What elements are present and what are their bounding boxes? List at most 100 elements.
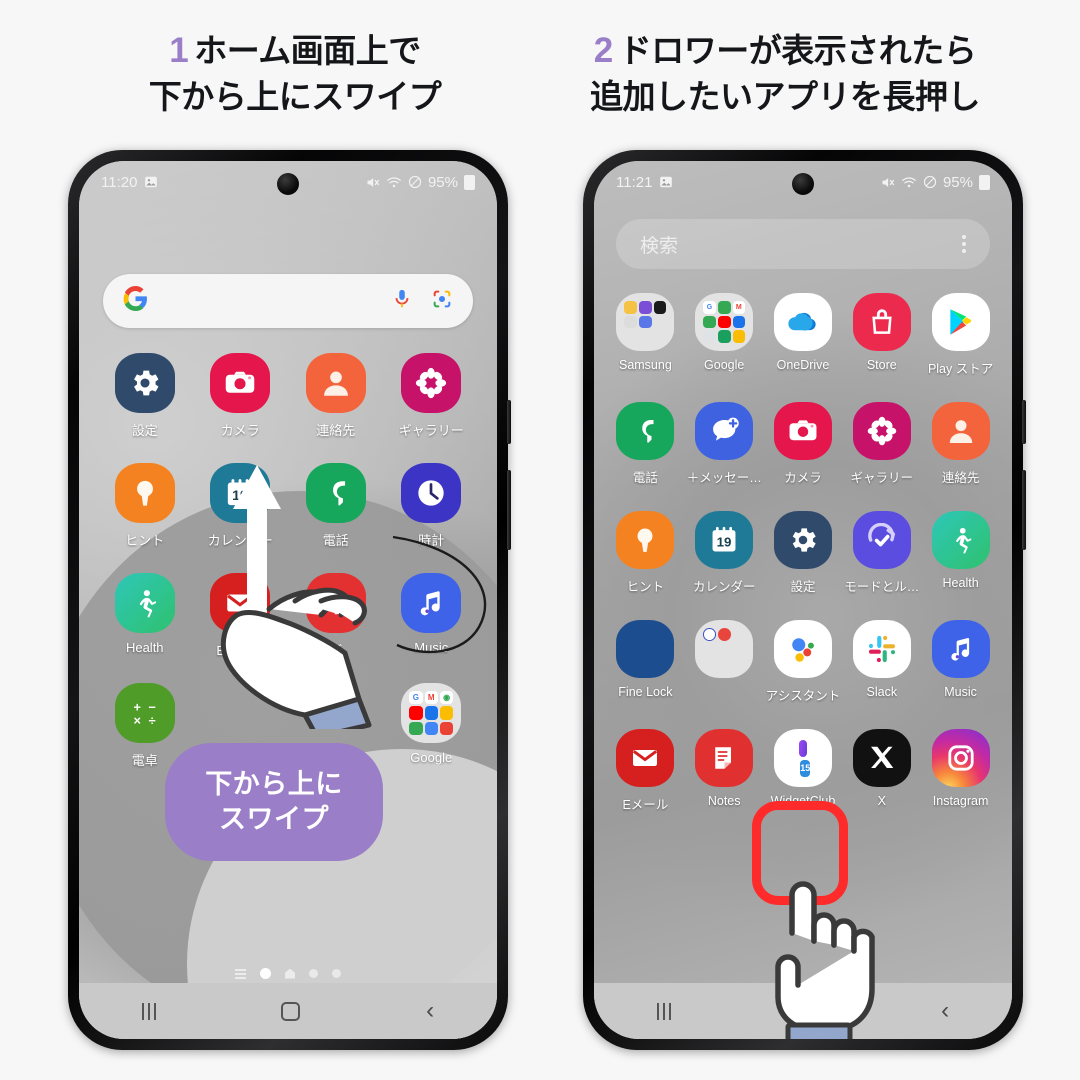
app-settings[interactable]: 設定 <box>764 511 843 595</box>
app-onedrive[interactable]: OneDrive <box>764 293 843 377</box>
settings-gear-icon <box>114 353 175 413</box>
app-play-store[interactable]: Play ストア <box>921 293 1000 377</box>
kebab-menu-icon[interactable] <box>962 235 966 253</box>
google-search-widget[interactable] <box>103 274 473 328</box>
home-button[interactable] <box>281 1001 301 1021</box>
app-settings[interactable]: 設定 <box>97 353 193 439</box>
home-page-glyph[interactable] <box>285 968 295 979</box>
app-gallery[interactable]: ギャラリー <box>842 402 921 486</box>
phone-handset-icon <box>616 402 675 460</box>
back-button[interactable]: ‹ <box>426 999 434 1023</box>
app-label: Health <box>125 640 164 655</box>
app-label: Notes <box>707 794 741 808</box>
microphone-icon[interactable] <box>391 288 413 315</box>
battery-icon <box>464 174 475 190</box>
app-label: 設定 <box>131 423 158 438</box>
app-instagram[interactable]: Instagram <box>921 729 1000 813</box>
app-label: ＋メッセー… <box>686 471 762 485</box>
volume-button[interactable] <box>1022 400 1026 444</box>
app-email[interactable]: Eメール <box>606 729 685 813</box>
svg-text:19: 19 <box>717 535 732 550</box>
app-calendar[interactable]: 19 カレンダー <box>685 511 764 595</box>
app-label: ヒント <box>125 533 165 548</box>
health-runner-icon <box>114 573 175 633</box>
recents-button[interactable] <box>656 1002 671 1020</box>
image-icon <box>144 175 158 189</box>
page-dot[interactable] <box>332 969 341 978</box>
step-1-heading: 1 ホーム画面上で 下から上にスワイプ <box>45 28 545 119</box>
back-button[interactable]: ‹ <box>941 999 949 1023</box>
volume-button[interactable] <box>507 400 511 444</box>
app-drawer-grid: Samsung G M Google OneDrive Store Play ス… <box>606 293 1000 813</box>
app-notes[interactable]: Notes <box>685 729 764 813</box>
app-label: モードとル… <box>844 580 920 594</box>
app-label: カメラ <box>784 471 822 485</box>
app-label: アシスタント <box>765 689 841 703</box>
app-phone[interactable]: 電話 <box>606 402 685 486</box>
search-placeholder: 検索 <box>640 235 679 257</box>
callout-line1: 下から上に <box>205 769 343 800</box>
calculator-icon: + − × ÷ <box>114 683 175 743</box>
app-slack[interactable]: Slack <box>842 620 921 704</box>
page-dot-active[interactable] <box>260 968 271 979</box>
notes-icon <box>695 729 754 787</box>
tutorial-page: 1 ホーム画面上で 下から上にスワイプ 2 ドロワーが表示されたら 追加したいアプリ… <box>0 0 1080 1080</box>
app-plus-message[interactable]: ＋メッセー… <box>685 402 764 486</box>
svg-text:×: × <box>133 713 140 728</box>
app-tips[interactable]: ヒント <box>606 511 685 595</box>
power-button[interactable] <box>507 470 511 550</box>
svg-text:÷: ÷ <box>148 713 155 728</box>
gallery-flower-icon <box>852 402 911 460</box>
slack-icon <box>852 620 911 678</box>
app-modes-routines[interactable]: モードとル… <box>842 511 921 595</box>
step-1-line1: ホーム画面上で <box>194 32 421 69</box>
app-camera[interactable]: カメラ <box>764 402 843 486</box>
front-camera-punchhole <box>277 173 299 195</box>
phone-2-screen: 11:21 95% 検索 Samsung G M Google OneDrive… <box>594 161 1012 1039</box>
folder-unnamed[interactable] <box>685 620 764 704</box>
tips-bulb-icon <box>616 511 675 569</box>
app-label: OneDrive <box>776 358 830 372</box>
page-indicator[interactable] <box>79 968 497 979</box>
app-gallery[interactable]: ギャラリー <box>384 353 480 439</box>
mute-icon <box>880 175 895 190</box>
recents-button[interactable] <box>141 1002 156 1020</box>
app-google-assistant[interactable]: アシスタント <box>764 620 843 704</box>
plus-message-icon <box>695 402 754 460</box>
app-contacts[interactable]: 連絡先 <box>921 402 1000 486</box>
app-label: 電話 <box>632 471 658 485</box>
app-x-twitter[interactable]: X <box>842 729 921 813</box>
app-fine-lock[interactable]: Fine Lock <box>606 620 685 704</box>
gesture-path-line <box>392 535 487 654</box>
google-folder-icon: G M ◉ <box>401 683 462 743</box>
app-label: 電話 <box>322 533 349 548</box>
drawer-search-bar[interactable]: 検索 <box>616 219 990 269</box>
app-label: X <box>877 794 886 808</box>
phone-1-screen: 11:20 95% 設定 カメラ 連絡先 ギャラリー ヒント カレンダー 電話 … <box>79 161 497 1039</box>
step-2-number: 2 <box>593 31 613 70</box>
apps-list-glyph[interactable] <box>235 968 246 979</box>
phone-1-frame: 11:20 95% 設定 カメラ 連絡先 ギャラリー ヒント カレンダー 電話 … <box>68 150 511 1050</box>
app-health[interactable]: Health <box>921 511 1000 595</box>
app-contacts[interactable]: 連絡先 <box>288 353 384 439</box>
app-tips[interactable]: ヒント <box>97 463 193 549</box>
battery-percent: 95% <box>942 173 973 191</box>
folder-samsung[interactable]: Samsung <box>606 293 685 377</box>
app-phone[interactable]: 電話 <box>288 463 384 549</box>
google-lens-icon[interactable] <box>431 288 453 315</box>
app-label: Slack <box>866 685 898 699</box>
app-label: ギャラリー <box>398 423 464 438</box>
folder-google[interactable]: G M Google <box>685 293 764 377</box>
app-galaxy-store[interactable]: Store <box>842 293 921 377</box>
power-button[interactable] <box>1022 470 1026 550</box>
app-camera[interactable]: カメラ <box>193 353 289 439</box>
step-1-line2: 下から上にスワイプ <box>148 77 442 115</box>
app-music[interactable]: Music <box>921 620 1000 704</box>
status-time: 11:20 <box>101 173 138 191</box>
navigation-bar: ‹ <box>79 983 497 1039</box>
health-runner-icon <box>931 511 990 569</box>
step-2-line1: ドロワーが表示されたら <box>618 32 977 69</box>
page-dot[interactable] <box>309 969 318 978</box>
app-health[interactable]: Health <box>97 573 193 659</box>
wifi-icon <box>901 175 917 190</box>
